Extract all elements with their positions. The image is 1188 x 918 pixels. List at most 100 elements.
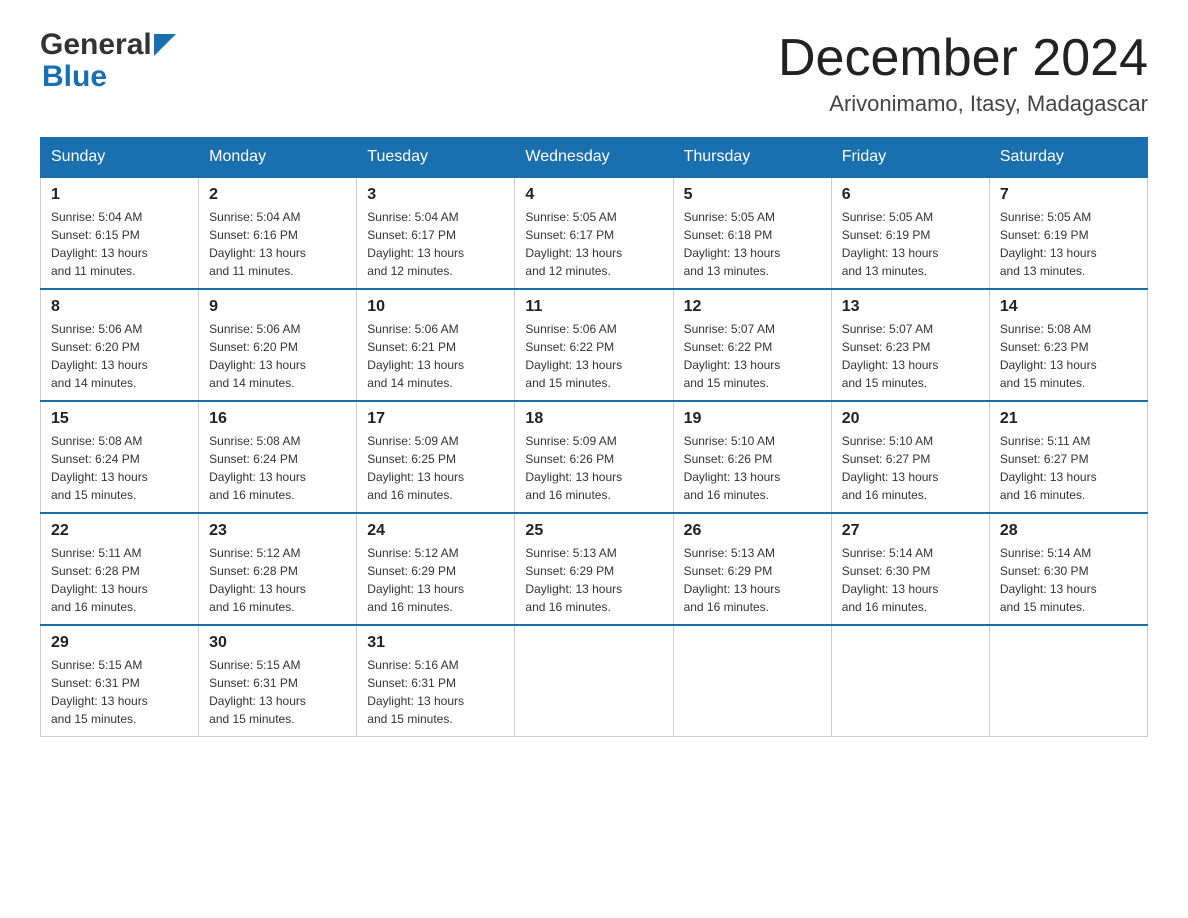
calendar-cell: 15 Sunrise: 5:08 AMSunset: 6:24 PMDayligh… xyxy=(41,401,199,513)
day-info: Sunrise: 5:16 AMSunset: 6:31 PMDaylight:… xyxy=(367,656,504,728)
day-info: Sunrise: 5:08 AMSunset: 6:24 PMDaylight:… xyxy=(209,432,346,504)
day-info: Sunrise: 5:08 AMSunset: 6:24 PMDaylight:… xyxy=(51,432,188,504)
calendar-cell: 20Sunrise: 5:10 AMSunset: 6:27 PMDayligh… xyxy=(831,401,989,513)
title-block: December 2024 Arivonimamo, Itasy, Madaga… xyxy=(778,30,1148,117)
calendar-cell: 11 Sunrise: 5:06 AMSunset: 6:22 PMDayligh… xyxy=(515,289,673,401)
day-info: Sunrise: 5:06 AMSunset: 6:21 PMDaylight:… xyxy=(367,320,504,392)
calendar-cell: 29Sunrise: 5:15 AMSunset: 6:31 PMDayligh… xyxy=(41,625,199,737)
day-info: Sunrise: 5:11 AMSunset: 6:28 PMDaylight:… xyxy=(51,544,188,616)
day-number: 23 xyxy=(209,522,346,540)
day-info: Sunrise: 5:06 AMSunset: 6:20 PMDaylight:… xyxy=(209,320,346,392)
header-saturday: Saturday xyxy=(989,138,1147,178)
day-number: 25 xyxy=(525,522,662,540)
day-number: 3 xyxy=(367,186,504,204)
calendar-cell: 12Sunrise: 5:07 AMSunset: 6:22 PMDayligh… xyxy=(673,289,831,401)
calendar-cell: 4 Sunrise: 5:05 AMSunset: 6:17 PMDaylight… xyxy=(515,177,673,289)
calendar-cell: 23 Sunrise: 5:12 AMSunset: 6:28 PMDayligh… xyxy=(199,513,357,625)
calendar-cell: 26 Sunrise: 5:13 AMSunset: 6:29 PMDayligh… xyxy=(673,513,831,625)
calendar-cell: 10 Sunrise: 5:06 AMSunset: 6:21 PMDayligh… xyxy=(357,289,515,401)
calendar-cell: 27Sunrise: 5:14 AMSunset: 6:30 PMDayligh… xyxy=(831,513,989,625)
page-header: General Blue December 2024 Arivonimamo, … xyxy=(40,30,1148,117)
calendar-cell: 31 Sunrise: 5:16 AMSunset: 6:31 PMDayligh… xyxy=(357,625,515,737)
day-number: 21 xyxy=(1000,410,1137,428)
day-number: 6 xyxy=(842,186,979,204)
day-number: 9 xyxy=(209,298,346,316)
calendar-cell xyxy=(989,625,1147,737)
day-info: Sunrise: 5:06 AMSunset: 6:20 PMDaylight:… xyxy=(51,320,188,392)
day-number: 4 xyxy=(525,186,662,204)
day-info: Sunrise: 5:04 AMSunset: 6:15 PMDaylight:… xyxy=(51,208,188,280)
day-info: Sunrise: 5:15 AMSunset: 6:31 PMDaylight:… xyxy=(209,656,346,728)
calendar-cell: 30 Sunrise: 5:15 AMSunset: 6:31 PMDayligh… xyxy=(199,625,357,737)
logo-triangle-icon xyxy=(154,34,176,56)
day-info: Sunrise: 5:09 AMSunset: 6:26 PMDaylight:… xyxy=(525,432,662,504)
calendar-cell: 22 Sunrise: 5:11 AMSunset: 6:28 PMDayligh… xyxy=(41,513,199,625)
calendar-cell: 25Sunrise: 5:13 AMSunset: 6:29 PMDayligh… xyxy=(515,513,673,625)
calendar-week-row: 22 Sunrise: 5:11 AMSunset: 6:28 PMDayligh… xyxy=(41,513,1148,625)
day-number: 17 xyxy=(367,410,504,428)
calendar-cell: 9 Sunrise: 5:06 AMSunset: 6:20 PMDaylight… xyxy=(199,289,357,401)
calendar-header-row: Sunday Monday Tuesday Wednesday Thursday… xyxy=(41,138,1148,178)
day-info: Sunrise: 5:10 AMSunset: 6:26 PMDaylight:… xyxy=(684,432,821,504)
day-info: Sunrise: 5:15 AMSunset: 6:31 PMDaylight:… xyxy=(51,656,188,728)
day-info: Sunrise: 5:08 AMSunset: 6:23 PMDaylight:… xyxy=(1000,320,1137,392)
day-number: 19 xyxy=(684,410,821,428)
calendar-cell: 24 Sunrise: 5:12 AMSunset: 6:29 PMDayligh… xyxy=(357,513,515,625)
calendar-cell: 13 Sunrise: 5:07 AMSunset: 6:23 PMDayligh… xyxy=(831,289,989,401)
calendar-week-row: 15 Sunrise: 5:08 AMSunset: 6:24 PMDayligh… xyxy=(41,401,1148,513)
day-number: 7 xyxy=(1000,186,1137,204)
day-number: 1 xyxy=(51,186,188,204)
calendar-cell: 28Sunrise: 5:14 AMSunset: 6:30 PMDayligh… xyxy=(989,513,1147,625)
calendar-week-row: 8 Sunrise: 5:06 AMSunset: 6:20 PMDaylight… xyxy=(41,289,1148,401)
header-sunday: Sunday xyxy=(41,138,199,178)
day-info: Sunrise: 5:04 AMSunset: 6:16 PMDaylight:… xyxy=(209,208,346,280)
day-info: Sunrise: 5:05 AMSunset: 6:17 PMDaylight:… xyxy=(525,208,662,280)
logo-general: General xyxy=(40,30,152,60)
day-info: Sunrise: 5:07 AMSunset: 6:23 PMDaylight:… xyxy=(842,320,979,392)
day-number: 8 xyxy=(51,298,188,316)
header-thursday: Thursday xyxy=(673,138,831,178)
day-number: 26 xyxy=(684,522,821,540)
header-monday: Monday xyxy=(199,138,357,178)
logo: General Blue xyxy=(40,30,176,94)
day-info: Sunrise: 5:12 AMSunset: 6:28 PMDaylight:… xyxy=(209,544,346,616)
day-number: 15 xyxy=(51,410,188,428)
day-number: 31 xyxy=(367,634,504,652)
calendar-cell: 1 Sunrise: 5:04 AMSunset: 6:15 PMDaylight… xyxy=(41,177,199,289)
day-number: 13 xyxy=(842,298,979,316)
month-title: December 2024 xyxy=(778,30,1148,87)
calendar-table: Sunday Monday Tuesday Wednesday Thursday… xyxy=(40,137,1148,737)
calendar-cell: 6Sunrise: 5:05 AMSunset: 6:19 PMDaylight… xyxy=(831,177,989,289)
calendar-cell: 14Sunrise: 5:08 AMSunset: 6:23 PMDayligh… xyxy=(989,289,1147,401)
day-number: 24 xyxy=(367,522,504,540)
day-number: 22 xyxy=(51,522,188,540)
day-info: Sunrise: 5:13 AMSunset: 6:29 PMDaylight:… xyxy=(684,544,821,616)
header-wednesday: Wednesday xyxy=(515,138,673,178)
calendar-cell: 19 Sunrise: 5:10 AMSunset: 6:26 PMDayligh… xyxy=(673,401,831,513)
calendar-cell: 3Sunrise: 5:04 AMSunset: 6:17 PMDaylight… xyxy=(357,177,515,289)
header-tuesday: Tuesday xyxy=(357,138,515,178)
calendar-cell: 2Sunrise: 5:04 AMSunset: 6:16 PMDaylight… xyxy=(199,177,357,289)
day-number: 11 xyxy=(525,298,662,316)
location: Arivonimamo, Itasy, Madagascar xyxy=(778,91,1148,117)
calendar-week-row: 29Sunrise: 5:15 AMSunset: 6:31 PMDayligh… xyxy=(41,625,1148,737)
calendar-cell xyxy=(673,625,831,737)
day-info: Sunrise: 5:12 AMSunset: 6:29 PMDaylight:… xyxy=(367,544,504,616)
calendar-cell xyxy=(515,625,673,737)
day-number: 5 xyxy=(684,186,821,204)
calendar-cell: 18Sunrise: 5:09 AMSunset: 6:26 PMDayligh… xyxy=(515,401,673,513)
calendar-cell xyxy=(831,625,989,737)
day-number: 12 xyxy=(684,298,821,316)
day-info: Sunrise: 5:06 AMSunset: 6:22 PMDaylight:… xyxy=(525,320,662,392)
logo-blue: Blue xyxy=(42,60,107,94)
calendar-cell: 17 Sunrise: 5:09 AMSunset: 6:25 PMDayligh… xyxy=(357,401,515,513)
calendar-cell: 8 Sunrise: 5:06 AMSunset: 6:20 PMDaylight… xyxy=(41,289,199,401)
day-number: 10 xyxy=(367,298,504,316)
day-number: 27 xyxy=(842,522,979,540)
day-info: Sunrise: 5:09 AMSunset: 6:25 PMDaylight:… xyxy=(367,432,504,504)
day-info: Sunrise: 5:05 AMSunset: 6:19 PMDaylight:… xyxy=(1000,208,1137,280)
calendar-week-row: 1 Sunrise: 5:04 AMSunset: 6:15 PMDaylight… xyxy=(41,177,1148,289)
day-info: Sunrise: 5:10 AMSunset: 6:27 PMDaylight:… xyxy=(842,432,979,504)
day-info: Sunrise: 5:11 AMSunset: 6:27 PMDaylight:… xyxy=(1000,432,1137,504)
day-number: 30 xyxy=(209,634,346,652)
